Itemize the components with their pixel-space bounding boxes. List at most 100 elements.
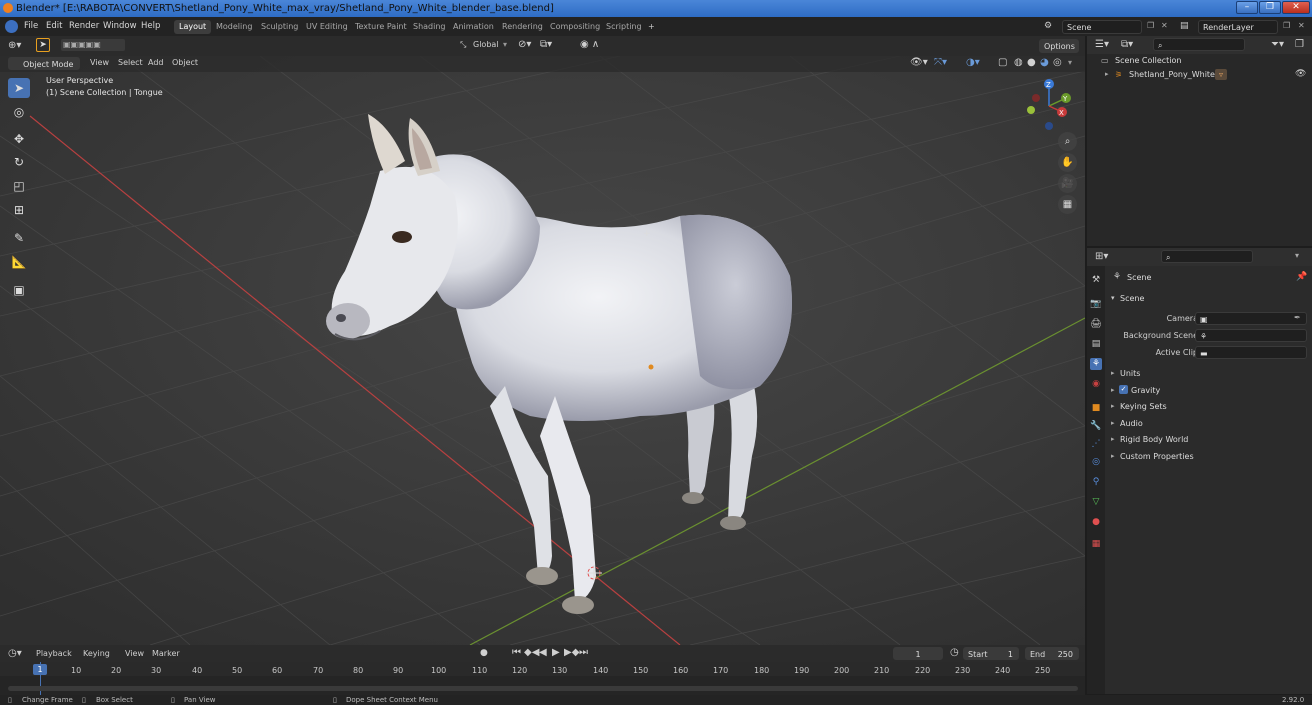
record-icon[interactable]: ● [480,648,488,658]
menu-marker[interactable]: Marker [152,649,180,658]
render-tab-icon[interactable]: 📷 [1090,298,1102,310]
tool-rotate[interactable]: ↻ [8,152,30,172]
gravity-checkbox[interactable]: ✓ [1119,385,1128,394]
output-tab-icon[interactable]: 🖨 [1090,318,1102,330]
panel-audio[interactable]: Audio [1120,419,1143,428]
jump-end-icon[interactable]: ⏭ [579,647,588,658]
snap-icon[interactable]: ⧉▾ [540,39,552,50]
menu-edit[interactable]: Edit [46,21,62,31]
start-frame-field[interactable]: Start 1 [963,647,1019,660]
expand-arrow-icon[interactable]: ▸ [1111,419,1115,427]
tab-texture-paint[interactable]: Texture Paint [350,20,412,34]
add-workspace-button[interactable]: + [643,20,660,34]
menu-select[interactable]: Select [118,58,143,67]
visibility-icon[interactable]: 👁▾ [910,57,928,68]
tool-move[interactable]: ✥ [8,129,30,149]
preview-range-icon[interactable]: ◷ [950,647,959,658]
panel-gravity[interactable]: Gravity [1131,386,1160,395]
panel-custom-properties[interactable]: Custom Properties [1120,452,1194,461]
timeline-editor-icon[interactable]: ◷▾ [8,648,22,659]
properties-editor-icon[interactable]: ⊞▾ [1095,251,1108,262]
jump-start-icon[interactable]: ⏮ [512,647,521,658]
scene-tab-icon[interactable]: ⚘ [1090,358,1102,370]
menu-help[interactable]: Help [141,21,160,31]
maximize-button[interactable]: ❐ [1259,1,1281,14]
timeline-scrollbar[interactable] [8,686,1078,691]
3d-viewport[interactable]: + ➤ ◎ ✥ ↻ ◰ ⊞ ✎ 📐 ▣ User Perspective (1)… [0,56,1085,645]
current-frame-field[interactable]: 1 [893,647,943,660]
tool-cursor[interactable]: ◎ [8,102,30,122]
constraints-tab-icon[interactable]: ⚲ [1090,476,1102,488]
pivot-icon[interactable]: ⊘▾ [518,39,531,50]
visibility-eye-icon[interactable]: 👁 [1295,69,1306,79]
tab-compositing[interactable]: Compositing [545,20,605,34]
tab-shading[interactable]: Shading [408,20,451,34]
modifier-tab-icon[interactable]: 🔧 [1090,420,1102,432]
shading-rendered-icon[interactable]: ◎ [1053,57,1062,68]
ortho-grid-icon[interactable]: ▦ [1058,195,1077,214]
pan-hand-icon[interactable]: ✋ [1058,153,1077,172]
xray-icon[interactable]: ▢ [998,57,1007,68]
collapse-arrow-icon[interactable]: ▾ [1111,294,1115,302]
panel-keying-sets[interactable]: Keying Sets [1120,402,1167,411]
new-collection-icon[interactable]: ❐ [1295,39,1304,50]
mode-dropdown[interactable]: Object Mode [8,57,80,70]
menu-file[interactable]: File [24,21,38,31]
chevron-down-icon[interactable]: ▾ [1295,251,1299,260]
delete-scene-icon[interactable]: ✕ [1161,21,1168,30]
orientation-dropdown[interactable]: Global [473,40,499,49]
blender-menu-icon[interactable] [5,20,18,33]
navigation-gizmo[interactable]: Z Y X [1022,76,1082,136]
tab-rendering[interactable]: Rendering [497,20,548,34]
data-tab-icon[interactable]: ▽ [1090,496,1102,508]
menu-playback[interactable]: Playback [36,649,72,658]
tool-scale[interactable]: ◰ [8,176,30,196]
expand-arrow-icon[interactable]: ▸ [1111,435,1115,443]
play-reverse-icon[interactable]: ◀ [539,647,547,658]
tool-annotate[interactable]: ✎ [8,228,30,248]
tool-transform[interactable]: ⊞ [8,200,30,220]
delete-view-layer-icon[interactable]: ✕ [1298,21,1305,30]
play-icon[interactable]: ▶ [552,647,560,658]
outliner-item-shetland-pony[interactable]: Shetland_Pony_White [1129,70,1215,79]
select-tool-icon[interactable]: ➤ [36,38,50,52]
playhead-frame[interactable]: 1 [33,664,47,675]
camera-field[interactable]: ▣ [1195,312,1307,325]
eyedropper-icon[interactable]: ✒ [1294,313,1301,322]
outliner-root[interactable]: Scene Collection [1115,56,1182,65]
zoom-icon[interactable]: ⌕ [1058,132,1077,151]
end-frame-field[interactable]: End 250 [1025,647,1079,660]
tool-select-box[interactable]: ➤ [8,78,30,98]
view-layer-tab-icon[interactable]: ▤ [1090,338,1102,350]
view-layer-selector[interactable]: RenderLayer [1198,20,1278,34]
expand-arrow-icon[interactable]: ▸ [1111,452,1115,460]
tab-modeling[interactable]: Modeling [211,20,257,34]
menu-window[interactable]: Window [103,21,137,31]
camera-view-icon[interactable]: 🎥 [1058,174,1077,193]
scene-selector[interactable]: Scene [1062,20,1142,34]
tab-layout[interactable]: Layout [174,20,212,34]
physics-tab-icon[interactable]: ◎ [1090,456,1102,468]
panel-rigid-body-world[interactable]: Rigid Body World [1120,435,1188,444]
menu-keying[interactable]: Keying [83,649,110,658]
outliner-editor-icon[interactable]: ☰▾ [1095,39,1109,50]
outliner-search-input[interactable]: ⌕ [1153,38,1245,51]
shading-wire-icon[interactable]: ◍ [1014,57,1023,68]
expand-arrow-icon[interactable]: ▸ [1111,386,1115,394]
expand-arrow-icon[interactable]: ▸ [1111,402,1115,410]
object-tab-icon[interactable]: ■ [1090,402,1102,414]
tab-uv-editing[interactable]: UV Editing [301,20,353,34]
new-view-layer-icon[interactable]: ❐ [1283,21,1290,30]
filter-icon[interactable]: ⏷▾ [1271,39,1284,50]
active-clip-field[interactable]: ▬ [1195,346,1307,359]
expand-arrow-icon[interactable]: ▸ [1105,70,1109,78]
material-tab-icon[interactable]: ● [1090,516,1102,528]
particles-tab-icon[interactable]: ⋰ [1090,438,1102,450]
menu-view[interactable]: View [125,649,144,658]
next-keyframe-icon[interactable]: ▶◆ [564,647,579,658]
menu-add[interactable]: Add [148,58,164,67]
close-button[interactable]: ✕ [1282,1,1310,14]
display-mode-icon[interactable]: ⧉▾ [1121,39,1133,50]
menu-view[interactable]: View [90,58,109,67]
minimize-button[interactable]: – [1236,1,1258,14]
